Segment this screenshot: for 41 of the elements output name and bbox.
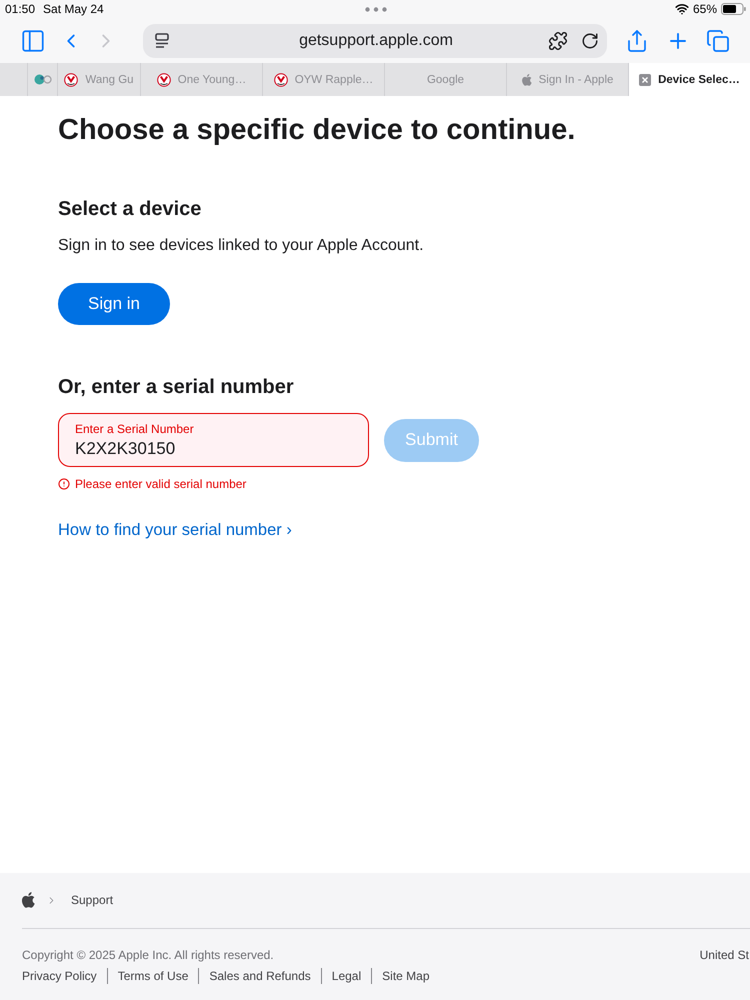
url-text: getsupport.apple.com [299,32,453,50]
battery-icon [721,3,746,15]
serial-number-input[interactable]: K2X2K30150 [75,438,352,460]
document-lines-icon[interactable] [153,32,171,50]
serial-number-field[interactable]: Enter a Serial Number K2X2K30150 [58,413,369,467]
region-link[interactable]: United St [700,947,750,963]
copyright-text: Copyright © 2025 Apple Inc. All rights reserved. [22,947,274,963]
puzzle-icon[interactable] [548,30,568,50]
emblem-icon [274,72,288,86]
section-text: Sign in to see devices linked to your Apple Account. [58,236,424,256]
wifi-icon [674,2,689,16]
emblem-icon [156,72,171,86]
breadcrumb-link[interactable]: Support [71,892,114,908]
error-message: Please enter valid serial number [75,476,246,492]
emblem-icon [64,72,78,86]
battery-percent: 65% [692,2,717,16]
footer-link[interactable]: Privacy Policy [22,968,107,984]
section-title: Select a device [58,197,202,222]
footer-link[interactable]: Terms of Use [106,968,198,984]
footer-link[interactable]: Site Map [371,968,440,984]
alert-icon [58,478,70,490]
two-squares-icon[interactable] [706,28,730,52]
status-date: Sat May 24 [43,2,104,16]
status-time: 01:50 [5,2,36,16]
reload-icon[interactable] [581,32,599,50]
apple-logo-icon [522,74,532,86]
share-icon[interactable] [625,28,649,52]
footer-link[interactable]: Legal [320,968,372,984]
address-bar[interactable]: getsupport.apple.com [143,24,607,58]
more-dots-icon[interactable] [364,6,386,12]
help-link[interactable]: How to find your serial number › [58,519,292,541]
sidebar-icon[interactable] [20,28,46,54]
page-heading: Choose a specific device to continue. [58,113,576,148]
browser-tab[interactable]: Device Selec… [628,63,750,96]
sign-in-button[interactable]: Sign in [58,283,170,325]
circles-icon [34,74,52,85]
close-icon[interactable] [639,74,652,86]
section-title: Or, enter a serial number [58,375,294,400]
apple-logo-icon[interactable] [22,892,35,908]
floating-label: Enter a Serial Number [75,422,194,437]
footer-link[interactable]: Sales and Refunds [198,968,321,984]
